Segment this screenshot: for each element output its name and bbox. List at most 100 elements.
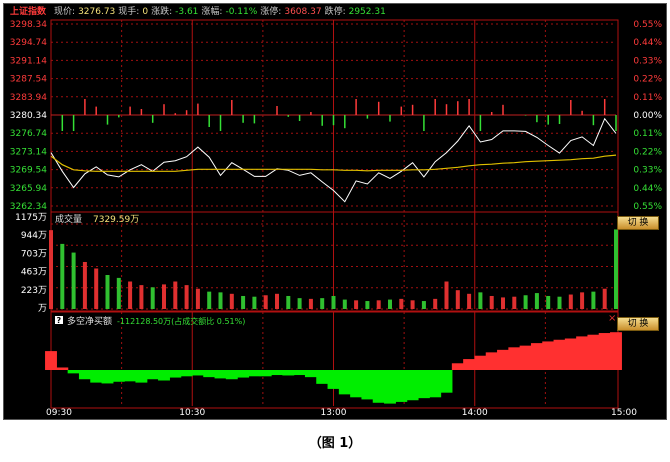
volume-tick-label: 1175万 (15, 213, 47, 223)
net-buy-bar (610, 332, 622, 370)
volume-bar (229, 293, 234, 309)
volume-bar (354, 300, 359, 309)
net-buy-bar (304, 370, 317, 378)
volume-bar (320, 298, 325, 309)
intraday-chart-window: 上证指数 现价: 3276.73 现手: 0 涨跌: -3.61 涨幅: -0.11% 涨停: 36… (3, 3, 667, 420)
net-buy-bar (530, 343, 543, 370)
volume-bar (286, 295, 291, 309)
volume-bar (162, 284, 166, 309)
net-buy-bar (135, 370, 148, 383)
volume-bar (331, 295, 336, 309)
pct-tick-label: 0.11% (633, 129, 662, 139)
volume-bar (444, 281, 449, 309)
net-buy-bar (417, 370, 430, 399)
volume-bar (489, 295, 494, 309)
volume-bar (82, 261, 87, 309)
volume-switch-button[interactable]: 切 换 (617, 216, 659, 230)
volume-bar (49, 230, 53, 309)
volume-bar (467, 293, 472, 309)
net-buy-bar (350, 370, 363, 398)
volume-bar (275, 293, 279, 309)
volume-bar (252, 296, 257, 309)
net-buy-bar (214, 370, 227, 379)
net-buy-bar (112, 370, 125, 382)
volume-bar (478, 292, 483, 309)
netbuy-switch-button[interactable]: 切 换 (617, 317, 659, 331)
price-tick-label: 3291.14 (10, 56, 47, 66)
net-buy-bar (372, 370, 385, 403)
price-tick-label: 3276.74 (10, 129, 47, 139)
volume-bar (184, 285, 189, 309)
net-buy-bar (203, 370, 216, 378)
netbuy-value: -112128.50万(占成交额比 0.51%) (117, 316, 245, 326)
pct-tick-label: 0.55% (633, 20, 662, 30)
volume-bar (365, 301, 370, 309)
volume-bar (602, 288, 607, 309)
net-buy-bar (519, 345, 532, 370)
figure-caption: （图 1） (308, 436, 362, 451)
net-buy-bar (474, 355, 487, 370)
pct-tick-label: 0.55% (633, 202, 662, 212)
volume-bar (71, 252, 76, 309)
volume-bar (523, 295, 528, 309)
volume-bar (433, 298, 438, 309)
volume-bar (207, 291, 212, 309)
pct-tick-label: 0.00% (633, 111, 662, 121)
chart-canvas: 成交量 7329.59万 ? 多空净买额 -112128.50万(占成交额比 0.51… (10, 19, 662, 418)
time-tick-label: 13:00 (321, 408, 347, 418)
net-buy-bar (158, 370, 170, 381)
volume-bar (388, 299, 392, 309)
price-panel-border (50, 19, 619, 213)
volume-tick-label: 463万 (21, 268, 47, 278)
time-tick-label: 14:00 (462, 408, 488, 418)
net-buy-bar (338, 370, 351, 395)
volume-bar (263, 295, 268, 309)
price-tick-label: 3280.34 (10, 111, 47, 121)
volume-bar (94, 268, 99, 309)
net-buy-bar (146, 370, 159, 380)
net-buy-bar (429, 370, 442, 398)
volume-bar (546, 295, 551, 309)
net-buy-bar (508, 347, 521, 370)
net-buy-bar (271, 370, 283, 376)
volume-bar (150, 287, 155, 309)
volume-bar (501, 297, 505, 309)
time-tick-label: 09:30 (46, 408, 72, 418)
net-buy-bar (542, 341, 555, 370)
pct-tick-label: 0.22% (633, 147, 662, 157)
volume-bar (139, 285, 144, 309)
net-buy-bar (237, 370, 250, 378)
pct-tick-label: 0.33% (633, 56, 662, 66)
volume-bar (568, 294, 573, 309)
volume-tick-label: 万 (38, 304, 47, 314)
pct-tick-label: 0.22% (633, 75, 662, 85)
net-buy-bar (293, 370, 306, 376)
volume-bar (399, 298, 404, 309)
net-buy-bar (90, 370, 103, 383)
volume-bar (614, 229, 618, 309)
volume-bar (410, 300, 415, 309)
close-mark: × (608, 313, 616, 324)
volume-bar (116, 277, 121, 309)
volume-bar (557, 296, 562, 309)
net-buy-bar (191, 370, 204, 376)
price-tick-label: 3298.34 (10, 20, 47, 30)
volume-bar (105, 275, 110, 309)
net-buy-bar (564, 338, 577, 370)
volume-value: 7329.59万 (93, 215, 139, 225)
net-buy-bar (67, 370, 80, 374)
net-buy-bar (124, 370, 137, 382)
net-buy-bar (395, 370, 408, 402)
pct-tick-label: 0.33% (633, 166, 662, 176)
volume-bar (580, 292, 585, 309)
volume-bar (421, 301, 426, 309)
net-buy-bar (440, 370, 453, 393)
net-buy-bar (248, 370, 261, 377)
price-tick-label: 3283.94 (10, 93, 47, 103)
time-tick-label: 10:30 (179, 408, 205, 418)
net-buy-bar (553, 339, 566, 370)
price-tick-label: 3265.94 (10, 184, 47, 194)
pct-tick-label: 0.44% (633, 38, 662, 48)
net-buy-bar (101, 370, 114, 384)
price-tick-label: 3273.14 (10, 147, 47, 157)
